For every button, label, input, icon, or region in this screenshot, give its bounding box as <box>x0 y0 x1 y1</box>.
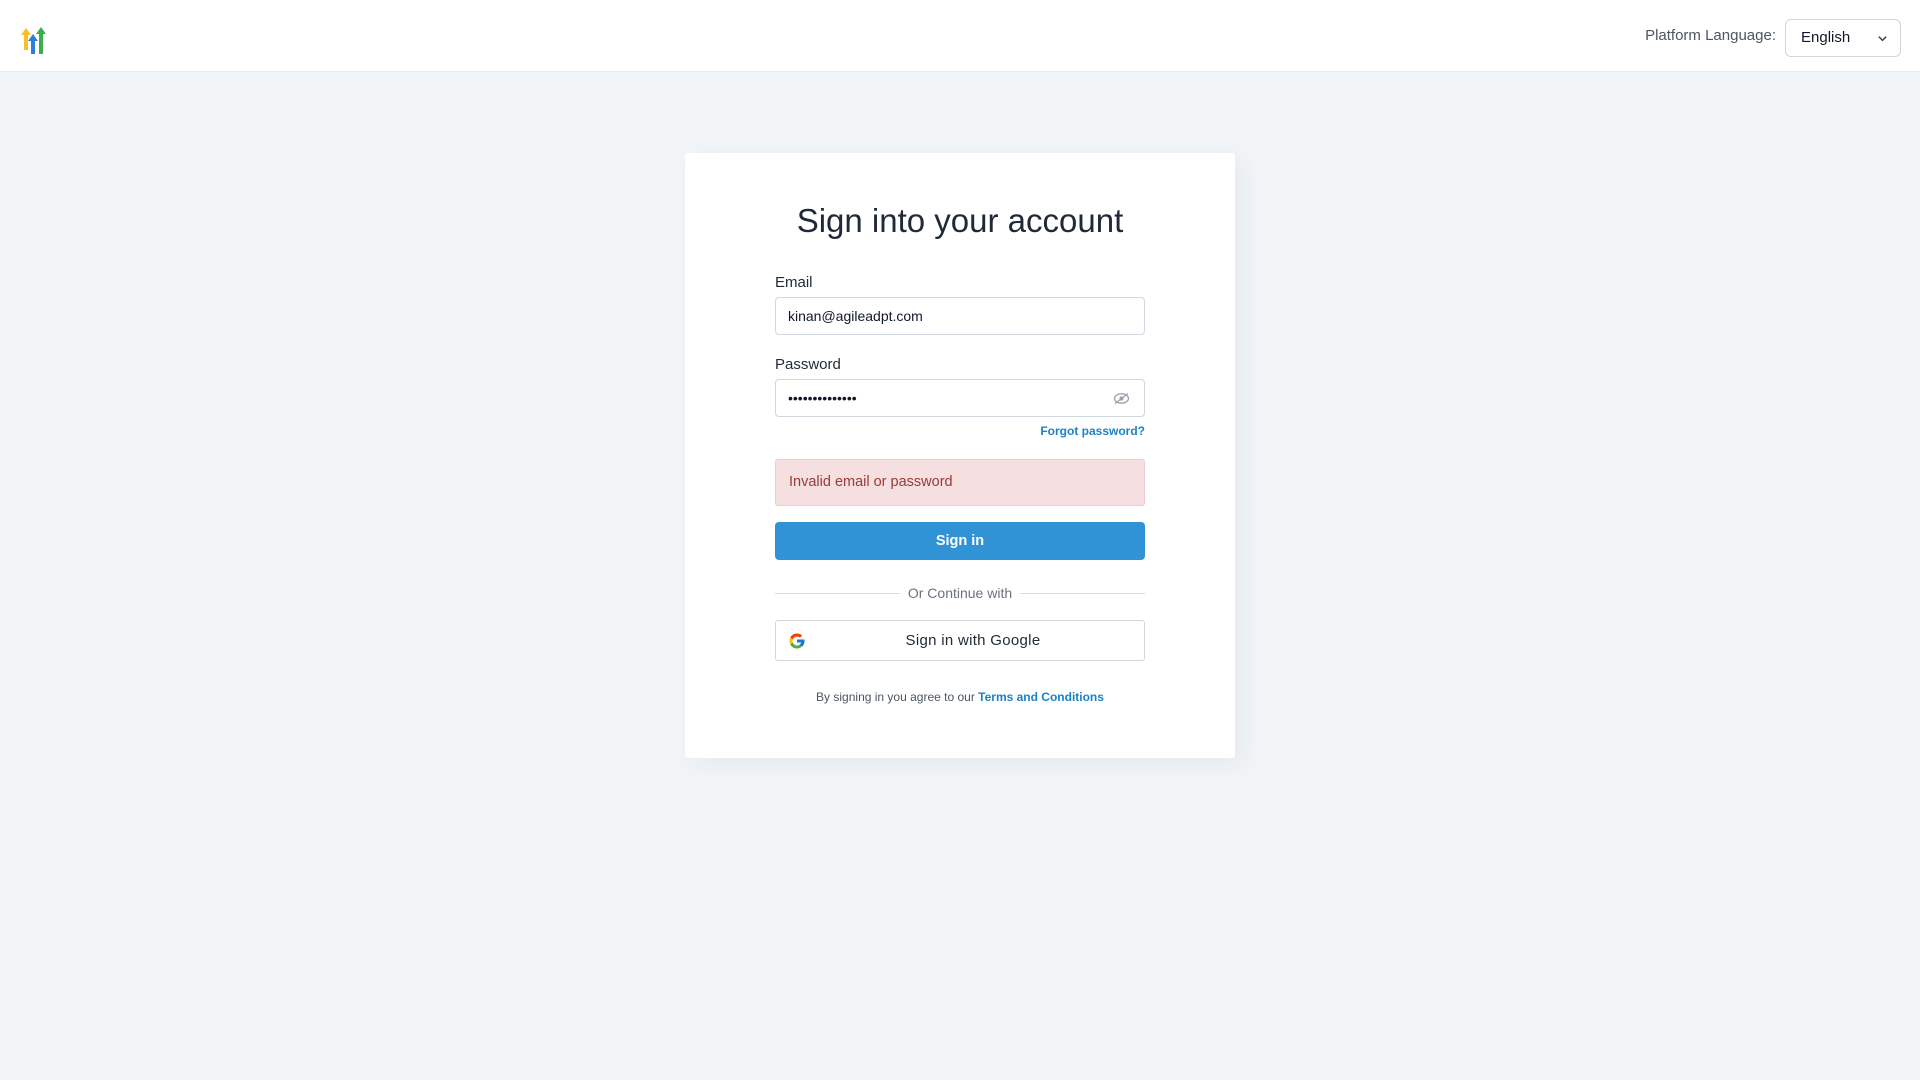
forgot-password-link[interactable]: Forgot password? <box>775 424 1145 438</box>
email-field[interactable]: kinan@agileadpt.com <box>775 297 1145 335</box>
terms-prefix: By signing in you agree to our <box>816 690 975 704</box>
top-bar: Platform Language: English <box>0 0 1920 72</box>
highlevel-arrows-logo-icon[interactable] <box>19 26 49 56</box>
email-label: Email <box>775 274 813 291</box>
or-continue-divider: Or Continue with <box>775 585 1145 601</box>
terms-notice: By signing in you agree to our Terms and… <box>685 690 1235 704</box>
platform-language-label: Platform Language: <box>1645 27 1776 44</box>
login-card: Sign into your account Email kinan@agile… <box>685 153 1235 758</box>
password-field[interactable]: •••••••••••••• <box>775 379 1145 417</box>
divider-line-right <box>1020 593 1145 594</box>
google-sign-in-label: Sign in with Google <box>905 632 1041 649</box>
email-field-value: kinan@agileadpt.com <box>788 308 923 324</box>
terms-and-conditions-link[interactable]: Terms and Conditions <box>978 690 1104 704</box>
google-sign-in-button[interactable]: Sign in with Google <box>775 620 1145 661</box>
eye-icon[interactable] <box>1113 392 1130 405</box>
language-select-value: English <box>1801 29 1851 46</box>
page-title: Sign into your account <box>796 202 1124 239</box>
password-field-value: •••••••••••••• <box>788 390 857 406</box>
chevron-down-icon <box>1878 36 1887 42</box>
sign-in-button[interactable]: Sign in <box>775 522 1145 560</box>
error-alert: Invalid email or password <box>775 459 1145 506</box>
language-select[interactable]: English <box>1785 19 1901 57</box>
password-label: Password <box>775 356 841 373</box>
